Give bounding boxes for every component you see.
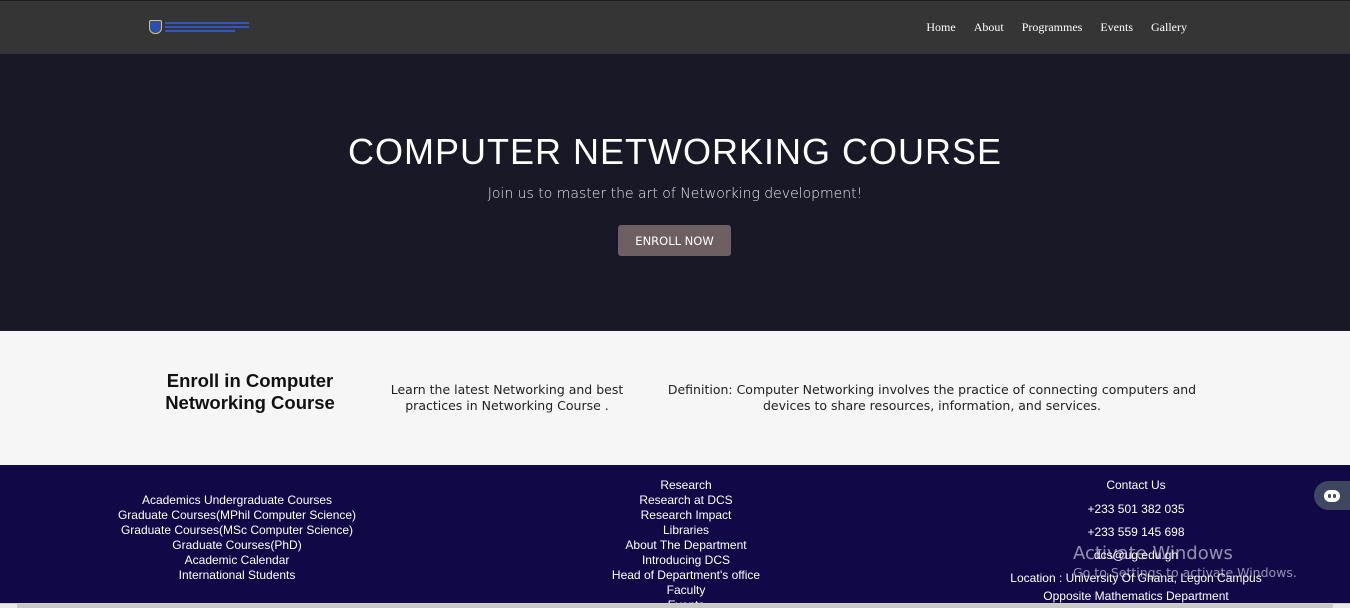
course-summary: Learn the latest Networking and best pra… bbox=[390, 382, 624, 413]
footer-link-mphil[interactable]: Graduate Courses(MPhil Computer Science) bbox=[87, 508, 387, 523]
site-footer: Academics Undergraduate Courses Graduate… bbox=[0, 465, 1350, 608]
chatbot-icon bbox=[1324, 489, 1340, 502]
main-nav: Home About Programmes Events Gallery bbox=[926, 20, 1187, 35]
footer-research-column: Research Research at DCS Research Impact… bbox=[536, 478, 836, 608]
top-navbar: Home About Programmes Events Gallery bbox=[0, 0, 1350, 54]
course-info-section: Enroll in Computer Networking Course Lea… bbox=[0, 331, 1350, 465]
footer-email[interactable]: dcs@ug.edu.gh bbox=[986, 544, 1286, 567]
footer-link-phd[interactable]: Graduate Courses(PhD) bbox=[87, 538, 387, 553]
horizontal-scrollbar[interactable] bbox=[0, 603, 1350, 608]
footer-link-undergraduate[interactable]: Academics Undergraduate Courses bbox=[87, 493, 387, 508]
nav-gallery[interactable]: Gallery bbox=[1151, 20, 1187, 35]
footer-link-international[interactable]: International Students bbox=[87, 568, 387, 583]
footer-link-libraries[interactable]: Libraries bbox=[536, 523, 836, 538]
footer-contact-heading: Contact Us bbox=[1106, 478, 1166, 492]
crest-icon bbox=[149, 20, 162, 34]
footer-research-heading: Research bbox=[660, 478, 712, 492]
hero-subtitle: Join us to master the art of Networking … bbox=[487, 186, 863, 202]
footer-link-research-impact[interactable]: Research Impact bbox=[536, 508, 836, 523]
enroll-now-button[interactable]: ENROLL NOW bbox=[618, 225, 731, 256]
scrollbar-thumb[interactable] bbox=[17, 604, 1333, 608]
chat-widget-button[interactable] bbox=[1314, 481, 1350, 510]
footer-link-hod-office[interactable]: Head of Department's office bbox=[536, 568, 836, 583]
footer-phone-2: +233 559 145 698 bbox=[1087, 525, 1185, 539]
footer-link-calendar[interactable]: Academic Calendar bbox=[87, 553, 387, 568]
footer-about-heading: About The Department bbox=[625, 538, 747, 552]
course-definition: Definition: Computer Networking involves… bbox=[667, 382, 1197, 413]
logo-wordmark bbox=[165, 22, 249, 32]
footer-location: Location : University Of Ghana, Legon Ca… bbox=[1010, 571, 1262, 585]
hero-section: COMPUTER NETWORKING COURSE Join us to ma… bbox=[0, 54, 1350, 331]
enroll-heading: Enroll in Computer Networking Course bbox=[165, 370, 335, 413]
footer-phone-1: +233 501 382 035 bbox=[1087, 502, 1185, 516]
footer-contact-column: Contact Us +233 501 382 035 +233 559 145… bbox=[986, 478, 1286, 602]
footer-academics-column: Academics Undergraduate Courses Graduate… bbox=[87, 493, 387, 583]
footer-link-faculty[interactable]: Faculty bbox=[536, 583, 836, 598]
nav-home[interactable]: Home bbox=[926, 20, 955, 35]
nav-programmes[interactable]: Programmes bbox=[1022, 20, 1083, 35]
hero-title: COMPUTER NETWORKING COURSE bbox=[347, 131, 1002, 172]
nav-events[interactable]: Events bbox=[1100, 20, 1133, 35]
department-logo[interactable] bbox=[149, 18, 253, 36]
footer-link-msc[interactable]: Graduate Courses(MSc Computer Science) bbox=[87, 523, 387, 538]
nav-about[interactable]: About bbox=[974, 20, 1004, 35]
footer-link-introducing[interactable]: Introducing DCS bbox=[536, 553, 836, 568]
footer-location-detail: Opposite Mathematics Department bbox=[1043, 589, 1229, 603]
footer-link-research-dcs[interactable]: Research at DCS bbox=[536, 493, 836, 508]
